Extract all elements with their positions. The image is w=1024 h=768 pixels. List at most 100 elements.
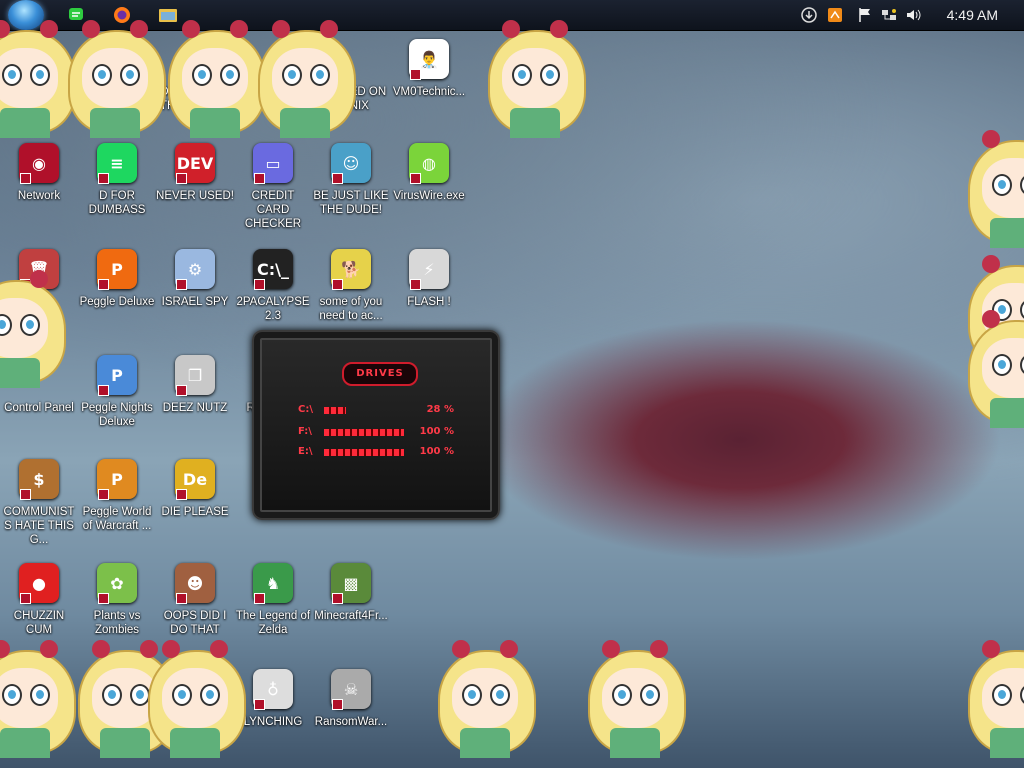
shortcut-arrow-icon: [20, 489, 31, 500]
desktop-icon[interactable]: ≡ D FOR DUMBASS: [78, 140, 156, 217]
desktop-icon[interactable]: 👨‍⚕ VM0Technic...: [390, 36, 468, 99]
desktop-icon-image: ⚙: [172, 246, 218, 292]
shortcut-arrow-icon: [254, 699, 265, 710]
clock[interactable]: 4:49 AM: [947, 7, 998, 23]
desktop-icon-image: ☻: [172, 560, 218, 606]
desktop-icon-label: Network: [17, 190, 61, 202]
desktop-icon-label: COMMUNISTS HATE THIS G...: [3, 506, 75, 546]
desktop-icon-image: ▭: [250, 140, 296, 186]
download-icon[interactable]: [800, 6, 818, 24]
network-icon[interactable]: [880, 6, 898, 24]
drives-title: DRIVES: [342, 362, 418, 386]
cartoon-character-sticker: [580, 640, 690, 760]
shortcut-arrow-icon: [254, 279, 265, 290]
flag-icon[interactable]: [856, 6, 874, 24]
desktop-icon-label: NEVER USED!: [156, 190, 234, 202]
desktop-icon[interactable]: ♞ The Legend of Zelda: [234, 560, 312, 637]
drive-usage-bar: [324, 407, 346, 414]
desktop-icon-image: P: [94, 456, 140, 502]
shortcut-arrow-icon: [98, 279, 109, 290]
desktop-icon-label: D FOR DUMBASS: [88, 190, 146, 216]
desktop-icon-label: OOPS DID I DO THAT: [163, 610, 227, 636]
desktop-icon-image: ❐: [172, 352, 218, 398]
desktop-icon-label: Peggle World of Warcraft ...: [82, 506, 152, 532]
desktop-icon[interactable]: $ COMMUNISTS HATE THIS G...: [0, 456, 78, 547]
desktop-icon[interactable]: ☺ BE JUST LIKE THE DUDE!: [312, 140, 390, 217]
desktop-icon-image: P: [94, 352, 140, 398]
desktop-icon-label: RansomWar...: [314, 716, 388, 728]
desktop-icon-label: 2PACALYPSE 2.3: [236, 296, 310, 322]
desktop-icon-label: Peggle Deluxe: [79, 296, 155, 308]
desktop-icon[interactable]: ▩ Minecraft4Fr...: [312, 560, 390, 623]
shortcut-arrow-icon: [254, 173, 265, 184]
desktop-icon[interactable]: ✿ Plants vs Zombies: [78, 560, 156, 637]
desktop-icon-label: FLASH !: [407, 296, 451, 308]
desktop-icon[interactable]: ⚙ ISRAEL SPY: [156, 246, 234, 309]
drive-row: F:\ 100 %: [298, 426, 454, 440]
desktop-icon-image: ♞: [250, 560, 296, 606]
desktop-icon-image: ♁: [250, 666, 296, 712]
cartoon-character-sticker: [960, 130, 1024, 250]
desktop-icon-image: ⚡: [406, 246, 452, 292]
shortcut-arrow-icon: [98, 489, 109, 500]
desktop-icon[interactable]: ▭ CREDIT CARD CHECKER: [234, 140, 312, 231]
desktop-icon[interactable]: P Peggle Deluxe: [78, 246, 156, 309]
desktop-icon-label: ISRAEL SPY: [161, 296, 229, 308]
desktop-icon-label: CHUZZIN CUM: [13, 610, 65, 636]
desktop-icon-image: ◍: [406, 140, 452, 186]
desktop-icon[interactable]: ◍ VirusWire.exe: [390, 140, 468, 203]
shortcut-arrow-icon: [20, 173, 31, 184]
volume-icon[interactable]: [904, 6, 922, 24]
cartoon-character-sticker: [0, 640, 80, 760]
desktop-icon-image: ▩: [328, 560, 374, 606]
desktop-icon-image: ☠: [328, 666, 374, 712]
desktop-icon-image: ☺: [328, 140, 374, 186]
desktop-icon[interactable]: ● CHUZZIN CUM: [0, 560, 78, 637]
orange-app-icon[interactable]: [826, 6, 844, 24]
desktop-icon[interactable]: ❐ DEEZ NUTZ: [156, 352, 234, 415]
cartoon-character-sticker: [60, 20, 170, 140]
desktop-icon[interactable]: ☻ OOPS DID I DO THAT: [156, 560, 234, 637]
desktop-icon-image: De: [172, 456, 218, 502]
shortcut-arrow-icon: [176, 173, 187, 184]
desktop-icon[interactable]: P Peggle World of Warcraft ...: [78, 456, 156, 533]
desktop-icon-image: C:\_: [250, 246, 296, 292]
desktop-icon[interactable]: 🐕 some of you need to ac...: [312, 246, 390, 323]
shortcut-arrow-icon: [176, 279, 187, 290]
desktop-icon[interactable]: C:\_ 2PACALYPSE 2.3: [234, 246, 312, 323]
desktop-icon-label: The Legend of Zelda: [235, 610, 311, 636]
desktop-icon[interactable]: ◉ Network: [0, 140, 78, 203]
desktop-icon-image: $: [16, 456, 62, 502]
desktop-icon[interactable]: ⚡ FLASH !: [390, 246, 468, 309]
shortcut-arrow-icon: [176, 489, 187, 500]
drive-usage-bar: [324, 429, 404, 436]
desktop-icon-image: DEV: [172, 140, 218, 186]
shortcut-arrow-icon: [410, 279, 421, 290]
desktop-icon[interactable]: De DIE PLEASE: [156, 456, 234, 519]
desktop-icon-label: VirusWire.exe: [393, 190, 465, 202]
shortcut-arrow-icon: [410, 69, 421, 80]
shortcut-arrow-icon: [98, 173, 109, 184]
shortcut-arrow-icon: [20, 593, 31, 604]
cartoon-character-sticker: [430, 640, 540, 760]
drives-gadget[interactable]: DRIVES C:\ 28 % F:\ 100 % E:\ 100 %: [252, 330, 500, 520]
desktop-icon-label: Peggle Nights Deluxe: [81, 402, 153, 428]
desktop-icon-label: Control Panel: [4, 402, 74, 414]
shortcut-arrow-icon: [254, 593, 265, 604]
desktop-icon-image: 👨‍⚕: [406, 36, 452, 82]
drive-percent: 28 %: [426, 404, 454, 415]
desktop-icon-image: ✿: [94, 560, 140, 606]
desktop-icon[interactable]: P Peggle Nights Deluxe: [78, 352, 156, 429]
desktop-icon-image: P: [94, 246, 140, 292]
drive-row: E:\ 100 %: [298, 446, 454, 460]
shortcut-arrow-icon: [98, 593, 109, 604]
cartoon-character-sticker: [250, 20, 360, 140]
shortcut-arrow-icon: [410, 173, 421, 184]
shortcut-arrow-icon: [98, 385, 109, 396]
desktop-icon[interactable]: DEV NEVER USED!: [156, 140, 234, 203]
drive-percent: 100 %: [419, 446, 454, 457]
desktop-icon[interactable]: ☠ RansomWar...: [312, 666, 390, 729]
shortcut-arrow-icon: [332, 279, 343, 290]
cartoon-character-sticker: [960, 640, 1024, 760]
desktop-icon-image: 🐕: [328, 246, 374, 292]
